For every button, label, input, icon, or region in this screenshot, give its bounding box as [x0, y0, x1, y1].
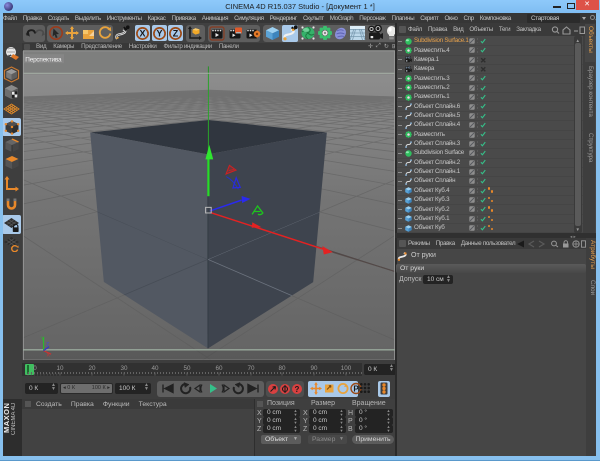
- svg-text:10: 10: [56, 365, 64, 372]
- svg-text:70: 70: [247, 365, 255, 372]
- svg-text:90: 90: [310, 365, 318, 372]
- svg-text:60: 60: [215, 365, 223, 372]
- svg-text:20: 20: [88, 365, 96, 372]
- svg-text:Z: Z: [46, 342, 49, 348]
- svg-text:0: 0: [33, 365, 37, 372]
- svg-text:100: 100: [341, 365, 352, 372]
- svg-text:?: ?: [295, 385, 300, 394]
- svg-text:Z: Z: [173, 28, 179, 38]
- svg-text:Перспектива: Перспектива: [25, 56, 62, 63]
- svg-text:30: 30: [120, 365, 128, 372]
- svg-text:40: 40: [151, 365, 159, 372]
- svg-text:Y: Y: [156, 28, 162, 38]
- svg-text:80: 80: [278, 365, 286, 372]
- svg-text:X: X: [139, 28, 145, 38]
- svg-text:50: 50: [183, 365, 191, 372]
